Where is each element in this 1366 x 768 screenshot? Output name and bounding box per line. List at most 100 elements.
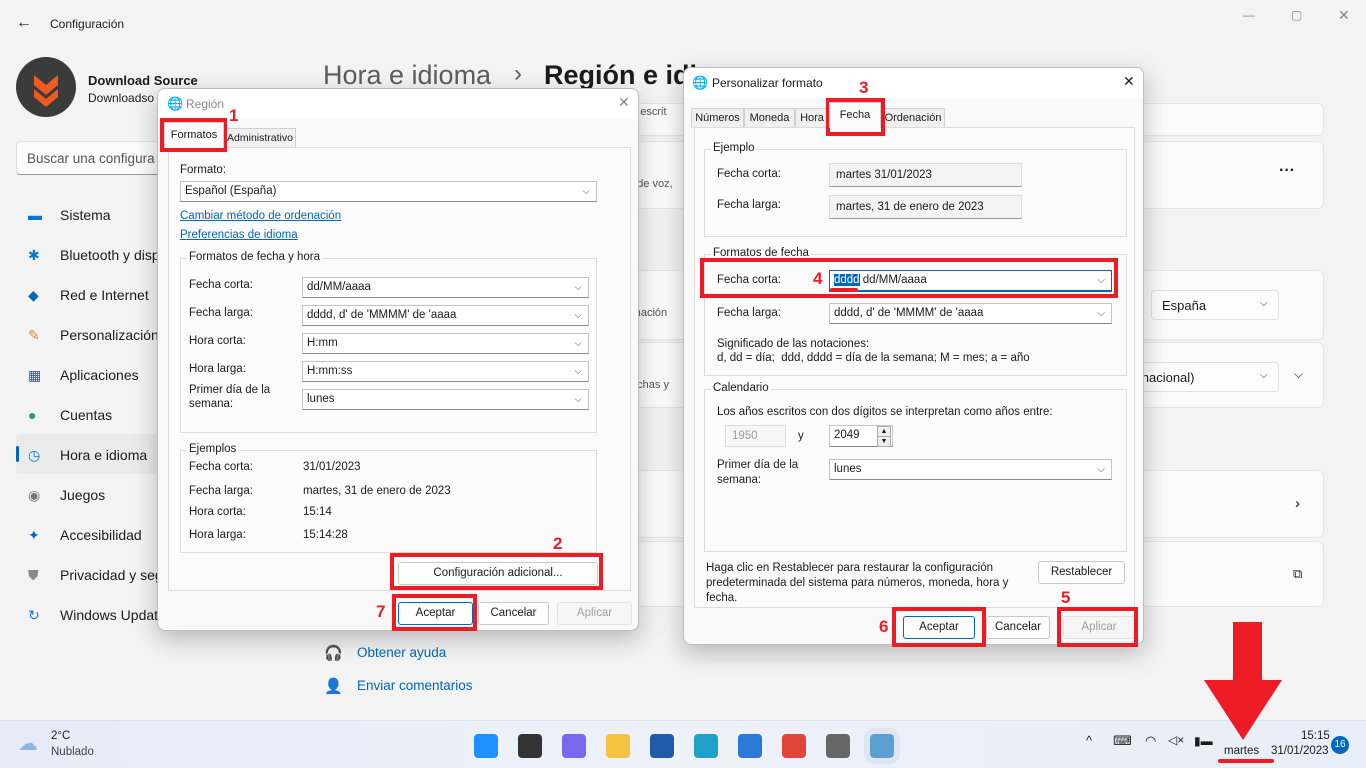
red-arrow-annotation xyxy=(1204,622,1282,740)
sidebar-item-3[interactable]: ✎ Personalización xyxy=(26,322,166,352)
volume-muted-icon[interactable]: ◁× xyxy=(1168,733,1184,747)
clock-globe-icon: ◷ xyxy=(28,447,41,463)
dialog-title: Región xyxy=(186,97,225,111)
example-value: 15:14 xyxy=(303,506,332,518)
avatar xyxy=(16,57,76,117)
show-hidden-icons[interactable]: ^ xyxy=(1086,733,1092,748)
search-input[interactable]: Buscar una configura xyxy=(16,141,176,175)
chrome-icon[interactable] xyxy=(782,734,806,758)
country-dropdown[interactable]: España ⌵ xyxy=(1151,290,1279,320)
taskbar-time[interactable]: 15:15 xyxy=(1301,730,1330,742)
format-row-select[interactable]: dd/MM/aaaa ⌵ xyxy=(302,277,589,298)
formats-panel: Formato: Español (España) ⌵ Cambiar métod… xyxy=(168,147,631,591)
format-row-select[interactable]: H:mm:ss ⌵ xyxy=(302,361,589,382)
expand-chevron-icon[interactable]: ⌵ xyxy=(1294,367,1303,382)
sidebar-item-6[interactable]: ◷ Hora e idioma xyxy=(26,442,166,472)
sidebar-item-10[interactable]: ↻ Windows Updat xyxy=(26,602,166,632)
reset-button[interactable]: Restablecer xyxy=(1038,561,1125,584)
update-icon: ↻ xyxy=(28,607,40,623)
sidebar-item-7[interactable]: ◉ Juegos xyxy=(26,482,166,512)
globe-icon: 🌐 xyxy=(692,75,709,90)
close-icon[interactable]: ✕ xyxy=(618,94,630,111)
tab-administrativo[interactable]: Administrativo xyxy=(224,128,296,148)
globe-icon: 🌐 xyxy=(167,96,184,111)
region-icon[interactable] xyxy=(864,728,900,764)
cloud-icon: ☁ xyxy=(18,733,38,755)
region-dialog: 🌐 Región ✕ Formatos Administrativo Forma… xyxy=(157,88,639,631)
breadcrumb-separator: › xyxy=(514,60,522,87)
annotation-number: 5 xyxy=(1061,588,1071,607)
customize-format-dialog: 🌐 Personalizar formato ✕ Números Moneda … xyxy=(683,67,1144,645)
brush-icon: ✎ xyxy=(28,327,40,343)
sidebar-item-4[interactable]: ▦ Aplicaciones xyxy=(26,362,166,392)
wifi-icon[interactable]: ◠ xyxy=(1145,733,1156,749)
tab-ordenacion[interactable]: Ordenación xyxy=(881,108,945,128)
breadcrumb-parent[interactable]: Hora e idioma xyxy=(323,60,491,91)
taskbar-date[interactable]: 31/01/2023 xyxy=(1271,745,1329,757)
tab-formatos[interactable]: Formatos xyxy=(164,122,224,148)
tab-hora[interactable]: Hora xyxy=(795,108,829,128)
first-day-select[interactable]: lunes ⌵ xyxy=(829,459,1112,480)
format-row-select[interactable]: dddd, d' de 'MMMM' de 'aaaa ⌵ xyxy=(302,305,589,326)
format-select[interactable]: Español (España) ⌵ xyxy=(180,181,597,202)
apply-button[interactable]: Aplicar xyxy=(557,602,632,625)
sidebar-item-label: Red e Internet xyxy=(60,287,149,303)
long-date-format-combo[interactable]: dddd, d' de 'MMMM' de 'aaaa ⌵ xyxy=(829,303,1112,324)
annotation-box-7 xyxy=(392,594,477,631)
year-to-stepper[interactable]: 2049 ▲ ▼ xyxy=(829,425,893,447)
notification-badge[interactable]: 16 xyxy=(1331,736,1349,754)
sidebar-item-label: Bluetooth y disp xyxy=(60,247,160,263)
more-options-icon[interactable]: ··· xyxy=(1279,162,1295,180)
spin-down-icon[interactable]: ▼ xyxy=(877,436,891,447)
sidebar-item-1[interactable]: ✱ Bluetooth y disp xyxy=(26,242,166,272)
example-long-date: martes, 31 de enero de 2023 xyxy=(829,195,1022,219)
tab-numeros[interactable]: Números xyxy=(691,108,744,128)
get-help-link[interactable]: Obtener ayuda xyxy=(357,645,446,660)
profile-name: Download Source xyxy=(88,73,198,88)
teams-chat-icon[interactable] xyxy=(562,734,586,758)
annotation-box-6 xyxy=(892,607,986,647)
format-row-select[interactable]: lunes ⌵ xyxy=(302,389,589,410)
keyboard-icon[interactable]: ⌨ xyxy=(1113,733,1132,749)
language-prefs-link[interactable]: Preferencias de idioma xyxy=(180,229,298,241)
accessibility-icon: ✦ xyxy=(28,527,40,543)
settings-icon[interactable] xyxy=(826,734,850,758)
sidebar-item-label: Windows Updat xyxy=(60,607,159,623)
calendar-icon[interactable] xyxy=(738,734,762,758)
sidebar-item-9[interactable]: ⛊ Privacidad y seg xyxy=(26,562,166,592)
example-short-date: martes 31/01/2023 xyxy=(829,163,1022,187)
back-arrow-icon[interactable]: ← xyxy=(16,14,32,32)
sidebar-item-2[interactable]: ◆ Red e Internet xyxy=(26,282,166,312)
file-explorer-icon[interactable] xyxy=(606,734,630,758)
weather-desc[interactable]: Nublado xyxy=(51,746,94,758)
chevron-down-icon: ⌵ xyxy=(574,282,582,293)
edge-icon[interactable] xyxy=(694,734,718,758)
page-title: Región e idi xyxy=(544,60,698,90)
tab-fecha[interactable]: Fecha xyxy=(829,102,881,128)
close-icon[interactable]: ✕ xyxy=(1123,73,1135,90)
year-from-field: 1950 xyxy=(725,425,786,447)
sidebar-item-5[interactable]: ● Cuentas xyxy=(26,402,166,432)
tab-moneda[interactable]: Moneda xyxy=(744,108,795,128)
cancel-button[interactable]: Cancelar xyxy=(478,602,549,625)
store-icon[interactable] xyxy=(650,734,674,758)
format-row-label: Hora corta: xyxy=(189,335,246,347)
sidebar-item-8[interactable]: ✦ Accesibilidad xyxy=(26,522,166,552)
task-view-icon[interactable] xyxy=(518,734,542,758)
minimize-button[interactable]: — xyxy=(1243,8,1255,22)
weather-temp[interactable]: 2°C xyxy=(51,730,70,742)
format-row-select[interactable]: H:mm ⌵ xyxy=(302,333,589,354)
maximize-button[interactable]: ▢ xyxy=(1291,8,1302,22)
sort-method-link[interactable]: Cambiar método de ordenación xyxy=(180,210,341,222)
annotation-number: 1 xyxy=(229,106,239,125)
apps-icon: ▦ xyxy=(28,367,42,383)
bluetooth-icon: ✱ xyxy=(28,247,40,263)
taskbar-day[interactable]: martes xyxy=(1224,745,1259,757)
example-label: Hora corta: xyxy=(189,506,246,518)
cancel-button[interactable]: Cancelar xyxy=(986,616,1050,639)
start-icon[interactable] xyxy=(474,734,498,758)
sidebar-item-0[interactable]: ▬ Sistema xyxy=(26,202,166,232)
feedback-link[interactable]: Enviar comentarios xyxy=(357,678,473,693)
close-button[interactable]: ✕ xyxy=(1338,7,1350,24)
external-link-icon: ⧉ xyxy=(1293,566,1303,581)
